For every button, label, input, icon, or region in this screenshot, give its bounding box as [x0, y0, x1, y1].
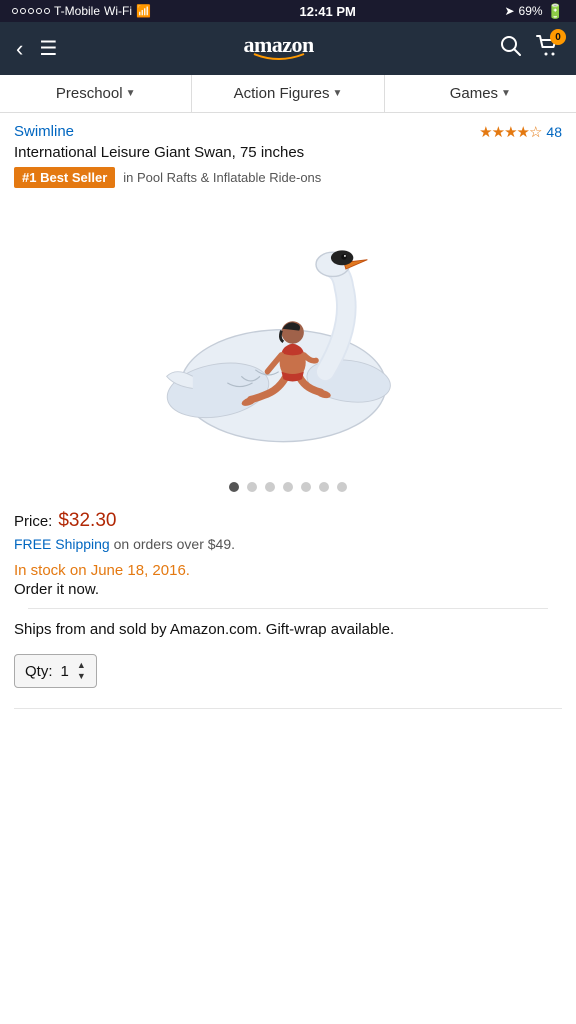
status-right: ➤ 69% 🔋 — [504, 3, 564, 20]
carousel-dot-2[interactable] — [247, 482, 257, 492]
signal-dot-1 — [12, 8, 18, 14]
price-label: Price: — [14, 513, 52, 530]
network-label: Wi-Fi — [104, 4, 132, 18]
product-info-section: Swimline ★★★★☆ 48 International Leisure … — [0, 113, 576, 194]
qty-value: 1 — [61, 663, 69, 680]
carrier-label: T-Mobile — [54, 4, 100, 18]
star-rating: ★★★★☆ — [479, 123, 541, 141]
tab-preschool[interactable]: Preschool ▼ — [0, 75, 192, 112]
qty-down-arrow[interactable]: ▼ — [77, 672, 86, 681]
location-icon: ➤ — [504, 4, 514, 18]
nav-tabs: Preschool ▼ Action Figures ▼ Games ▼ — [0, 75, 576, 113]
free-shipping-link[interactable]: FREE Shipping — [14, 536, 110, 552]
wifi-icon: 📶 — [136, 4, 151, 18]
amazon-smile — [243, 52, 313, 65]
header: ‹ ☰ amazon 0 — [0, 22, 576, 75]
chevron-preschool-icon: ▼ — [126, 88, 136, 99]
signal-dot-5 — [44, 8, 50, 14]
shipping-suffix: on orders over $49. — [110, 536, 235, 552]
price-section: Price: $32.30 FREE Shipping on orders ov… — [0, 504, 576, 708]
rating-container: ★★★★☆ 48 — [479, 123, 562, 141]
tab-preschool-label: Preschool — [56, 85, 123, 102]
cart-container[interactable]: 0 — [536, 35, 560, 62]
carousel-dot-6[interactable] — [319, 482, 329, 492]
menu-button[interactable]: ☰ — [39, 39, 57, 59]
tab-games[interactable]: Games ▼ — [385, 75, 576, 112]
carousel-dots — [0, 474, 576, 504]
rating-count[interactable]: 48 — [546, 124, 562, 140]
qty-up-arrow[interactable]: ▲ — [77, 661, 86, 670]
signal-dots — [12, 8, 50, 14]
back-button[interactable]: ‹ — [16, 38, 23, 60]
tab-action-figures[interactable]: Action Figures ▼ — [192, 75, 384, 112]
carousel-dot-1[interactable] — [229, 482, 239, 492]
amazon-logo-wrap: amazon — [243, 32, 313, 65]
best-seller-category: in Pool Rafts & Inflatable Ride-ons — [123, 170, 321, 185]
search-button[interactable] — [500, 35, 522, 63]
quantity-stepper[interactable]: ▲ ▼ — [77, 661, 86, 681]
product-image — [148, 224, 428, 454]
product-image-area[interactable] — [0, 194, 576, 474]
best-seller-row: #1 Best Seller in Pool Rafts & Inflatabl… — [14, 167, 562, 188]
header-left: ‹ ☰ — [16, 38, 57, 60]
signal-dot-4 — [36, 8, 42, 14]
carousel-dot-5[interactable] — [301, 482, 311, 492]
carousel-dot-7[interactable] — [337, 482, 347, 492]
carousel-dot-4[interactable] — [283, 482, 293, 492]
tab-action-figures-label: Action Figures — [234, 85, 330, 102]
time-display: 12:41 PM — [300, 4, 356, 19]
tab-games-label: Games — [450, 85, 498, 102]
order-now-text: Order it now. — [14, 581, 562, 598]
cart-count: 0 — [550, 29, 566, 45]
header-icons: 0 — [500, 35, 560, 63]
ships-from-text: Ships from and sold by Amazon.com. Gift-… — [14, 619, 562, 640]
brand-link[interactable]: Swimline — [14, 123, 74, 140]
best-seller-badge: #1 Best Seller — [14, 167, 115, 188]
signal-dot-3 — [28, 8, 34, 14]
status-left: T-Mobile Wi-Fi 📶 — [12, 4, 151, 18]
chevron-games-icon: ▼ — [501, 88, 511, 99]
chevron-action-figures-icon: ▼ — [332, 88, 342, 99]
price-row: Price: $32.30 — [14, 510, 562, 532]
carousel-dot-3[interactable] — [265, 482, 275, 492]
shipping-row: FREE Shipping on orders over $49. — [14, 536, 562, 552]
product-title: International Leisure Giant Swan, 75 inc… — [14, 144, 562, 161]
qty-row: Qty: 1 ▲ ▼ — [14, 654, 562, 688]
status-bar: T-Mobile Wi-Fi 📶 12:41 PM ➤ 69% 🔋 — [0, 0, 576, 22]
qty-label: Qty: — [25, 663, 53, 680]
qty-box[interactable]: Qty: 1 ▲ ▼ — [14, 654, 97, 688]
price-value: $32.30 — [58, 510, 116, 532]
stock-status: In stock on June 18, 2016. — [14, 562, 562, 579]
divider-2 — [14, 708, 562, 709]
battery-icon: 🔋 — [547, 3, 564, 20]
search-icon — [500, 35, 522, 57]
battery-label: 69% — [519, 4, 543, 18]
signal-dot-2 — [20, 8, 26, 14]
brand-rating-row: Swimline ★★★★☆ 48 — [14, 123, 562, 144]
